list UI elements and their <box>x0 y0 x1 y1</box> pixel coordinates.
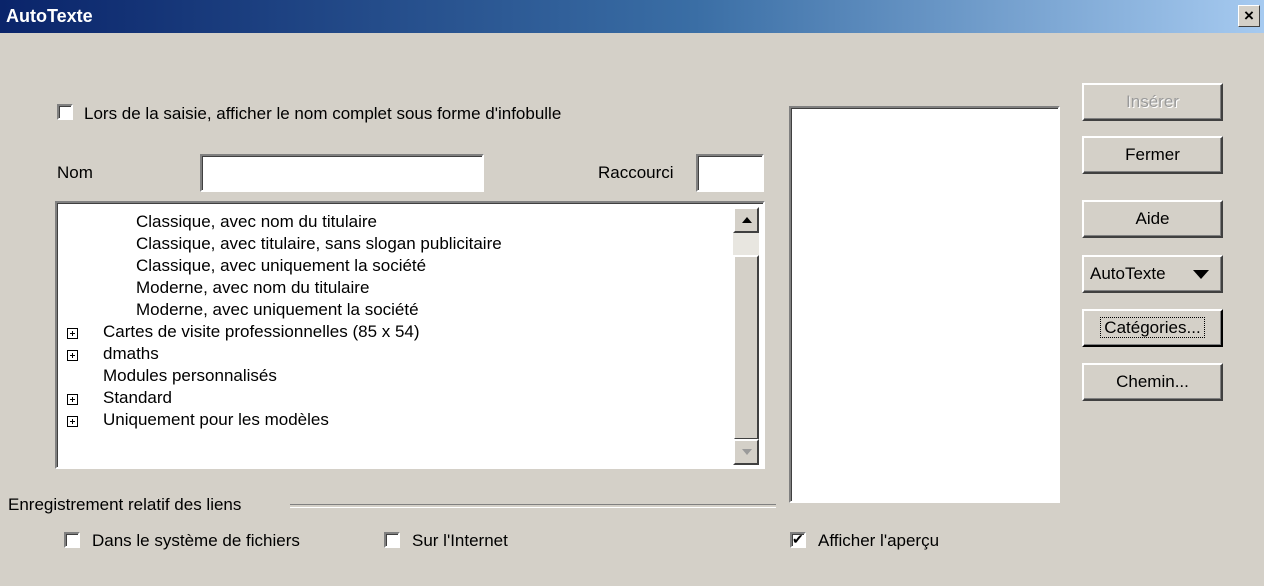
window-title: AutoTexte <box>6 6 93 26</box>
categories-button[interactable]: Catégories... <box>1082 309 1223 347</box>
expand-icon[interactable] <box>67 350 78 361</box>
name-input[interactable] <box>200 154 484 192</box>
tree-item[interactable]: Cartes de visite professionnelles (85 x … <box>103 322 420 342</box>
shortcut-label: Raccourci <box>598 163 674 182</box>
scroll-down-button[interactable] <box>733 439 759 465</box>
title-bar: AutoTexte × <box>0 0 1264 33</box>
show-preview-label: Afficher l'aperçu <box>818 531 940 550</box>
tree-item[interactable]: Moderne, avec uniquement la société <box>136 300 419 320</box>
path-button[interactable]: Chemin... <box>1082 363 1223 401</box>
dropdown-arrow-icon <box>1193 270 1209 279</box>
close-window-button[interactable]: × <box>1238 5 1260 27</box>
tree-scrollbar[interactable] <box>733 207 759 465</box>
preview-pane <box>789 106 1060 503</box>
shortcut-input[interactable] <box>696 154 764 192</box>
tree-item[interactable]: Classique, avec titulaire, sans slogan p… <box>136 234 502 254</box>
autotext-menu-label: AutoTexte <box>1090 264 1166 283</box>
tree-item[interactable]: Moderne, avec nom du titulaire <box>136 278 369 298</box>
tooltip-checkbox-label: Lors de la saisie, afficher le nom compl… <box>84 104 562 123</box>
tree-item[interactable]: Classique, avec nom du titulaire <box>136 212 377 232</box>
tree-item[interactable]: dmaths <box>103 344 159 364</box>
internet-checkbox[interactable] <box>384 532 400 548</box>
expand-icon[interactable] <box>67 328 78 339</box>
tree-item[interactable]: Standard <box>103 388 172 408</box>
autotext-tree-content: Classique, avec nom du titulaire Classiq… <box>57 203 764 469</box>
scroll-thumb[interactable] <box>733 255 759 440</box>
insert-button[interactable]: Insérer <box>1082 83 1223 121</box>
links-group-title: Enregistrement relatif des liens <box>8 495 242 514</box>
close-icon: × <box>1244 6 1254 25</box>
expand-icon[interactable] <box>67 394 78 405</box>
tree-item[interactable]: Modules personnalisés <box>103 366 277 386</box>
tree-item[interactable]: Classique, avec uniquement la société <box>136 256 426 276</box>
close-button[interactable]: Fermer <box>1082 136 1223 174</box>
help-button[interactable]: Aide <box>1082 200 1223 238</box>
autotext-menu-button[interactable]: AutoTexte <box>1082 255 1223 293</box>
arrow-down-icon <box>742 449 752 455</box>
expand-icon[interactable] <box>67 416 78 427</box>
filesystem-checkbox-label: Dans le système de fichiers <box>92 531 300 550</box>
scroll-up-button[interactable] <box>733 207 759 233</box>
arrow-up-icon <box>742 217 752 223</box>
group-divider <box>290 504 776 508</box>
categories-button-label: Catégories... <box>1100 317 1205 338</box>
internet-checkbox-label: Sur l'Internet <box>412 531 508 550</box>
name-label: Nom <box>57 163 93 182</box>
show-preview-checkbox[interactable] <box>790 531 806 548</box>
tree-item[interactable]: Uniquement pour les modèles <box>103 410 329 430</box>
filesystem-checkbox[interactable] <box>64 532 80 548</box>
tooltip-checkbox[interactable] <box>57 104 73 120</box>
